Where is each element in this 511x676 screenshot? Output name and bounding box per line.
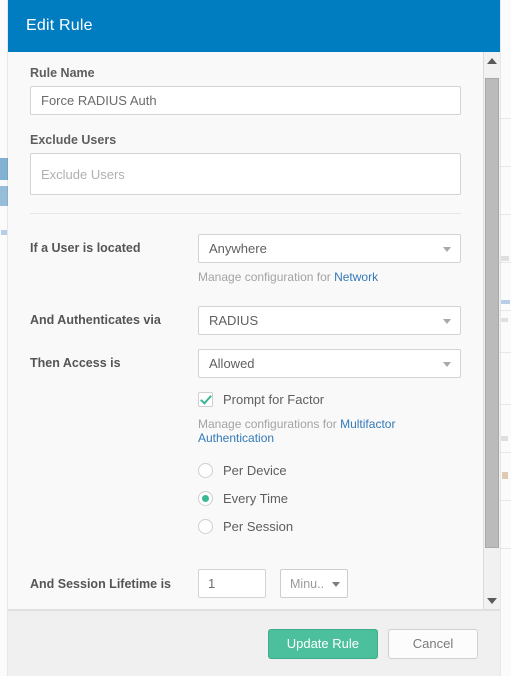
location-select[interactable]: Anywhere xyxy=(198,234,461,263)
chevron-down-icon xyxy=(443,361,451,367)
session-lifetime-unit-select[interactable]: Minu.. xyxy=(280,569,348,598)
rule-name-field-group: Rule Name xyxy=(30,66,461,115)
multifactor-hint-text: Manage configurations for xyxy=(198,417,341,431)
background-smudge xyxy=(1,230,7,235)
background-page-left xyxy=(0,0,8,676)
radio-row-per-device[interactable]: Per Device xyxy=(198,463,461,478)
modal-header: Edit Rule xyxy=(8,0,500,52)
rule-name-input[interactable] xyxy=(30,86,461,115)
access-label: Then Access is xyxy=(30,356,121,370)
network-link[interactable]: Network xyxy=(334,270,378,284)
location-hint: Manage configuration for Network xyxy=(198,270,461,284)
frequency-radio-group: Per Device Every Time Per Session xyxy=(198,463,461,534)
radio-per-device[interactable] xyxy=(198,463,213,478)
prompt-for-factor-row[interactable]: Prompt for Factor xyxy=(198,392,461,407)
modal-footer: Update Rule Cancel xyxy=(8,610,500,676)
scrollbar-up-button[interactable] xyxy=(484,52,500,69)
radio-label-per-session: Per Session xyxy=(223,519,294,534)
access-control: Allowed Prompt for Factor Manage configu… xyxy=(198,349,461,547)
session-lifetime-label: And Session Lifetime is xyxy=(30,576,172,591)
scrollbar-thumb[interactable] xyxy=(485,78,499,548)
section-divider xyxy=(30,213,461,214)
scrollbar-down-button[interactable] xyxy=(484,592,500,609)
location-selected-value: Anywhere xyxy=(209,241,267,256)
background-page-right xyxy=(500,0,511,676)
location-row: If a User is located Anywhere Manage con… xyxy=(30,234,461,284)
exclude-users-input[interactable] xyxy=(30,153,461,195)
background-accent-chip xyxy=(0,158,8,180)
page-root: Edit Rule Rule Name Exclude Users If a U… xyxy=(0,0,511,676)
radio-row-per-session[interactable]: Per Session xyxy=(198,519,461,534)
chevron-down-icon xyxy=(443,246,451,252)
rule-name-label: Rule Name xyxy=(30,66,95,80)
authenticates-via-label: And Authenticates via xyxy=(30,313,161,327)
chevron-down-icon xyxy=(443,318,451,324)
access-select[interactable]: Allowed xyxy=(198,349,461,378)
radio-label-per-device: Per Device xyxy=(223,463,287,478)
session-lifetime-unit-value: Minu.. xyxy=(290,576,325,591)
background-accent-chip xyxy=(0,186,8,206)
chevron-down-icon xyxy=(332,581,340,587)
modal-body: Rule Name Exclude Users If a User is loc… xyxy=(8,52,483,609)
authenticates-via-select[interactable]: RADIUS xyxy=(198,306,461,335)
location-label: If a User is located xyxy=(30,241,141,255)
location-hint-text: Manage configuration for xyxy=(198,270,335,284)
prompt-for-factor-checkbox[interactable] xyxy=(198,392,213,407)
radio-row-every-time[interactable]: Every Time xyxy=(198,491,461,506)
radio-per-session[interactable] xyxy=(198,519,213,534)
radio-every-time[interactable] xyxy=(198,491,213,506)
edit-rule-modal: Edit Rule Rule Name Exclude Users If a U… xyxy=(8,0,500,676)
location-control: Anywhere Manage configuration for Networ… xyxy=(198,234,461,284)
authenticates-via-control: RADIUS xyxy=(198,306,461,335)
modal-title: Edit Rule xyxy=(26,17,93,34)
access-row: Then Access is Allowed Prompt for Factor xyxy=(30,349,461,547)
authenticates-via-selected-value: RADIUS xyxy=(209,313,259,328)
exclude-users-label: Exclude Users xyxy=(30,133,117,147)
modal-scrollbar[interactable] xyxy=(483,52,500,609)
session-lifetime-row: And Session Lifetime is Minu.. xyxy=(30,569,461,598)
exclude-users-field-group: Exclude Users xyxy=(30,133,461,195)
multifactor-hint: Manage configurations for Multifactor Au… xyxy=(198,417,461,445)
authenticates-via-row: And Authenticates via RADIUS xyxy=(30,306,461,335)
modal-middle: Rule Name Exclude Users If a User is loc… xyxy=(8,52,500,610)
update-rule-button[interactable]: Update Rule xyxy=(267,628,378,659)
session-lifetime-input[interactable] xyxy=(198,569,266,598)
cancel-button[interactable]: Cancel xyxy=(388,628,478,659)
triangle-up-icon xyxy=(487,57,497,64)
prompt-for-factor-label: Prompt for Factor xyxy=(223,392,325,407)
radio-label-every-time: Every Time xyxy=(223,491,289,506)
triangle-down-icon xyxy=(487,597,497,604)
access-selected-value: Allowed xyxy=(209,356,255,371)
